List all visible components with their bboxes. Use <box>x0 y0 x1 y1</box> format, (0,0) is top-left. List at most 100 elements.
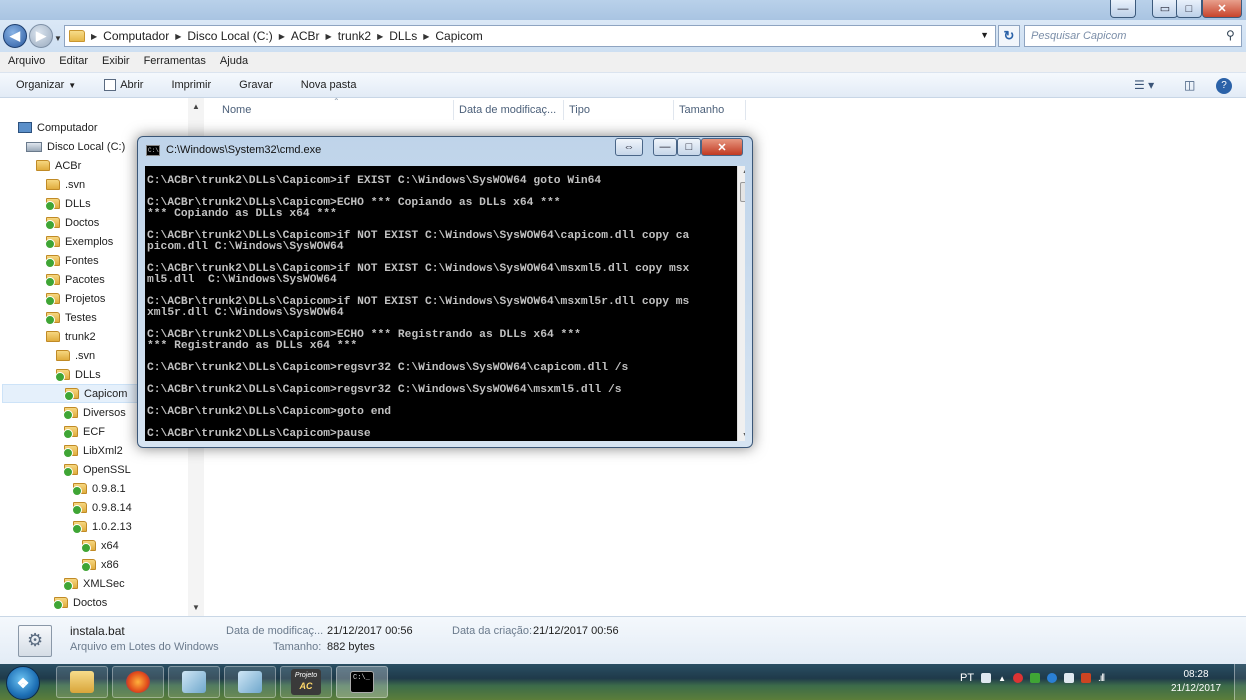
update-icon[interactable] <box>1046 673 1057 683</box>
taskbar-projeto-acbr[interactable]: Projeto AC <box>280 666 332 698</box>
breadcrumb-separator-icon[interactable]: ▶ <box>91 32 97 41</box>
console-scrollbar[interactable]: ▲ ▼ <box>737 166 745 441</box>
close-button[interactable]: ✕ <box>1202 0 1242 18</box>
burn-button[interactable]: Gravar <box>239 79 273 91</box>
taskbar-app-1[interactable] <box>168 666 220 698</box>
tree-item-doctos-2[interactable]: Doctos <box>53 593 107 612</box>
tree-item-doctos[interactable]: Doctos <box>45 213 99 232</box>
tree-item-exemplos[interactable]: Exemplos <box>45 232 113 251</box>
search-input[interactable]: Pesquisar Capicom <box>1024 25 1242 47</box>
preview-pane-icon[interactable]: ◫ <box>1184 78 1195 92</box>
scroll-down-icon[interactable]: ▼ <box>192 603 200 612</box>
tree-item-computador[interactable]: Computador <box>18 118 98 137</box>
breadcrumb-acbr[interactable]: ACBr <box>291 29 320 43</box>
taskbar-explorer[interactable] <box>56 666 108 698</box>
column-divider[interactable] <box>673 100 674 120</box>
breadcrumb-separator-icon[interactable]: ▶ <box>279 32 285 41</box>
address-dropdown-icon[interactable]: ▼ <box>980 30 989 40</box>
start-button[interactable]: ❖ <box>6 666 40 700</box>
menu-ajuda[interactable]: Ajuda <box>220 55 248 69</box>
tree-item-09814[interactable]: 0.9.8.14 <box>72 498 132 517</box>
menu-editar[interactable]: Editar <box>59 55 88 69</box>
column-name[interactable]: Nome <box>222 104 251 116</box>
cmd-minimize-button[interactable]: — <box>653 138 677 156</box>
breadcrumb-disk[interactable]: Disco Local (C:) <box>187 29 272 43</box>
language-indicator[interactable]: PT <box>960 672 974 684</box>
tree-item-pacotes[interactable]: Pacotes <box>45 270 105 289</box>
cmd-titlebar[interactable]: C:\ C:\Windows\System32\cmd.exe <box>146 144 321 156</box>
maximize-button[interactable]: □ <box>1176 0 1202 18</box>
tree-item-openssl[interactable]: OpenSSL <box>63 460 131 479</box>
refresh-button[interactable]: ↻ <box>998 25 1020 47</box>
menu-arquivo[interactable]: Arquivo <box>8 55 45 69</box>
tree-item-diversos[interactable]: Diversos <box>63 403 126 422</box>
tree-item-ecf[interactable]: ECF <box>63 422 105 441</box>
column-divider[interactable] <box>563 100 564 120</box>
clock[interactable]: 08:28 21/12/2017 <box>1166 668 1226 696</box>
shield-icon[interactable] <box>1080 673 1091 683</box>
new-folder-button[interactable]: Nova pasta <box>301 79 357 91</box>
scroll-up-icon[interactable]: ▲ <box>742 168 745 175</box>
tree-item-dlls[interactable]: DLLs <box>45 194 91 213</box>
signal-icon[interactable]: .ıll <box>1098 673 1105 684</box>
minimize-button[interactable]: — <box>1110 0 1136 18</box>
column-divider[interactable] <box>453 100 454 120</box>
show-desktop-button[interactable] <box>1234 664 1246 700</box>
back-button[interactable]: ◀ <box>3 24 27 48</box>
tree-item-svn[interactable]: .svn <box>46 175 85 194</box>
tree-item-trunk2[interactable]: trunk2 <box>46 327 96 346</box>
breadcrumb-separator-icon[interactable]: ▶ <box>326 32 332 41</box>
scroll-thumb[interactable] <box>740 182 745 202</box>
cmd-window[interactable]: C:\ C:\Windows\System32\cmd.exe ⇔ — □ ✕ … <box>137 136 753 448</box>
show-hidden-icons-icon[interactable]: ▲ <box>998 674 1006 683</box>
svn-tray-icon[interactable] <box>1029 673 1040 683</box>
network-monitor-icon[interactable] <box>1063 673 1074 683</box>
tree-item-disco-local[interactable]: Disco Local (C:) <box>26 137 125 156</box>
taskbar-app-2[interactable] <box>224 666 276 698</box>
tree-item-10213[interactable]: 1.0.2.13 <box>72 517 132 536</box>
tree-item-0981[interactable]: 0.9.8.1 <box>72 479 126 498</box>
print-button[interactable]: Imprimir <box>171 79 211 91</box>
search-icon[interactable]: ⚲ <box>1226 28 1235 42</box>
taskbar-cmd[interactable]: C:\_ <box>336 666 388 698</box>
cmd-restore-button[interactable]: □ <box>677 138 701 156</box>
organize-button[interactable]: Organizar ▼ <box>16 79 76 91</box>
column-modified[interactable]: Data de modificaç... <box>459 104 556 116</box>
open-button[interactable]: Abrir <box>104 79 143 91</box>
tree-item-svn[interactable]: .svn <box>56 346 95 365</box>
keyboard-icon[interactable] <box>981 673 992 683</box>
tree-item-libxml2[interactable]: LibXml2 <box>63 441 123 460</box>
breadcrumb-separator-icon[interactable]: ▶ <box>377 32 383 41</box>
breadcrumb-dlls[interactable]: DLLs <box>389 29 417 43</box>
forward-button[interactable]: ▶ <box>29 24 53 48</box>
cmd-close-button[interactable]: ✕ <box>701 138 743 156</box>
tree-item-dlls[interactable]: DLLs <box>55 365 101 384</box>
antivirus-icon[interactable] <box>1012 673 1023 683</box>
column-divider[interactable] <box>745 100 746 120</box>
menu-exibir[interactable]: Exibir <box>102 55 130 69</box>
tree-item-x64[interactable]: x64 <box>81 536 119 555</box>
breadcrumb-separator-icon[interactable]: ▶ <box>175 32 181 41</box>
cmd-resize-button[interactable]: ⇔ <box>615 138 643 156</box>
breadcrumb-trunk2[interactable]: trunk2 <box>338 29 371 43</box>
taskbar-firefox[interactable] <box>112 666 164 698</box>
tree-item-projetos[interactable]: Projetos <box>45 289 105 308</box>
tree-item-testes[interactable]: Testes <box>45 308 97 327</box>
tree-item-x86[interactable]: x86 <box>81 555 119 574</box>
scroll-down-icon[interactable]: ▼ <box>742 432 745 439</box>
history-dropdown-icon[interactable]: ▼ <box>54 34 62 43</box>
breadcrumb-separator-icon[interactable]: ▶ <box>423 32 429 41</box>
view-options-icon[interactable]: ☰ ▾ <box>1134 78 1154 92</box>
help-icon[interactable]: ? <box>1216 78 1232 94</box>
restore-button[interactable]: ▭ <box>1152 0 1178 18</box>
tree-item-fontes[interactable]: Fontes <box>45 251 99 270</box>
breadcrumb-computer[interactable]: Computador <box>103 29 169 43</box>
tree-item-acbr[interactable]: ACBr <box>36 156 81 175</box>
menu-ferramentas[interactable]: Ferramentas <box>144 55 206 69</box>
column-size[interactable]: Tamanho <box>679 104 724 116</box>
scroll-up-icon[interactable]: ▲ <box>192 102 200 111</box>
console-output[interactable]: C:\ACBr\trunk2\DLLs\Capicom>if EXIST C:\… <box>145 166 745 441</box>
tree-item-xmlsec[interactable]: XMLSec <box>63 574 125 593</box>
address-field[interactable]: ▶ Computador ▶ Disco Local (C:) ▶ ACBr ▶… <box>64 25 996 47</box>
column-type[interactable]: Tipo <box>569 104 590 116</box>
